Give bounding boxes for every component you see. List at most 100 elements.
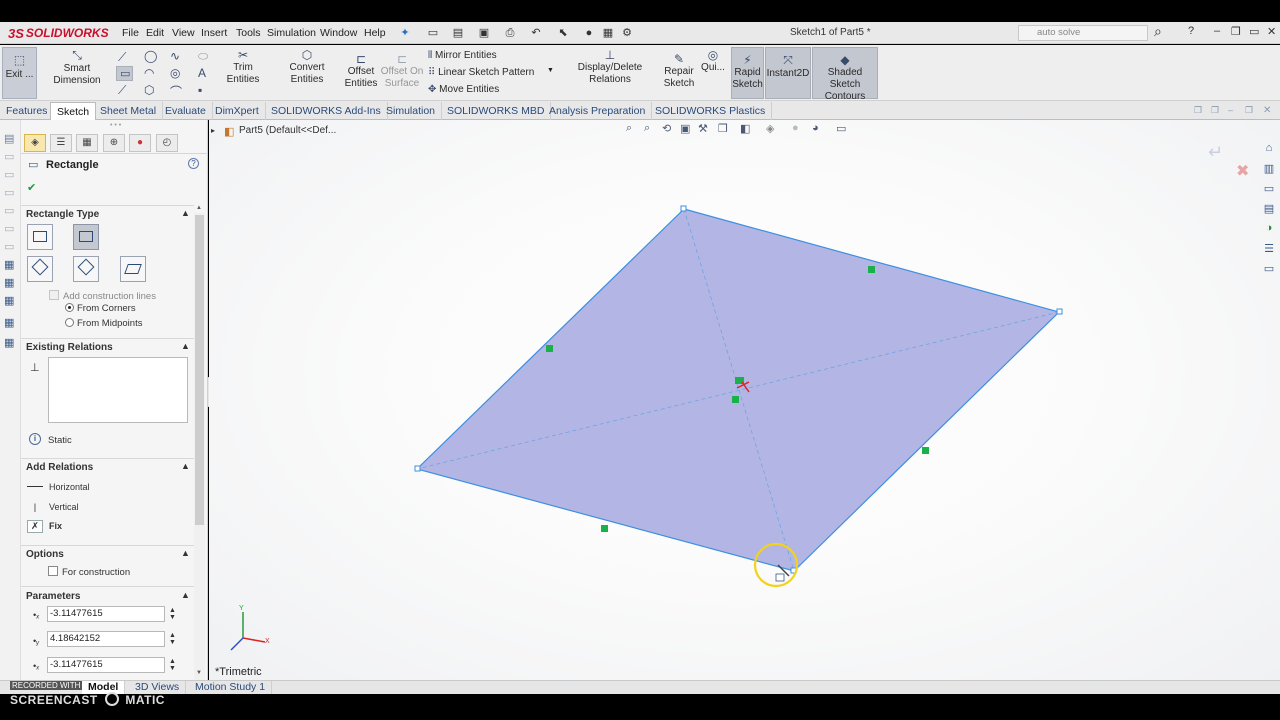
help-icon[interactable]: ? — [1188, 25, 1194, 37]
ok-button[interactable]: ✔ — [27, 181, 36, 194]
rapid-sketch-button[interactable]: ⚡ Rapid Sketch — [731, 47, 764, 99]
menu-file[interactable]: File — [122, 27, 139, 39]
strip-dimension-icon[interactable]: ▦ — [4, 294, 14, 307]
vertical-relation-button[interactable]: | Vertical — [27, 502, 79, 513]
corner-point-top[interactable] — [680, 205, 687, 212]
fix-relation-button[interactable]: ✗ Fix — [27, 520, 62, 533]
panel-restore-icon[interactable]: ❐ — [1194, 105, 1202, 116]
corner-rectangle-button[interactable] — [27, 224, 53, 250]
strip-line-icon[interactable]: ▤ — [4, 132, 14, 145]
file-properties-icon[interactable]: ▦ — [601, 26, 615, 40]
exit-sketch-button[interactable]: ⬚ Exit ... — [2, 47, 37, 99]
3point-corner-rectangle-button[interactable] — [27, 256, 53, 282]
options-collapse-icon[interactable]: ▲ — [181, 548, 190, 558]
search-input[interactable]: auto solve — [1018, 25, 1148, 41]
tab-display-manager[interactable]: ● — [129, 134, 151, 152]
offset-on-surface-button[interactable]: ⊏ Offset On Surface — [380, 52, 424, 90]
x1-spinner-icon[interactable]: ▲ ▼ — [169, 607, 176, 621]
x1-coordinate-input[interactable]: -3.11477615 — [47, 606, 165, 622]
horizontal-relation-button[interactable]: Horizontal — [27, 482, 90, 493]
fillet-icon[interactable]: ⌒ — [170, 83, 182, 100]
help-button[interactable]: ? — [188, 158, 199, 169]
construction-geometry-icon[interactable]: ⟋ — [118, 83, 126, 98]
maximize-icon[interactable]: ▭ — [1249, 25, 1259, 38]
trim-entities-button[interactable]: ✂ Trim Entities — [216, 48, 270, 86]
shaded-sketch-contours-button[interactable]: ◆ Shaded Sketch Contours — [812, 47, 878, 102]
options-gear-icon[interactable]: ⚙ — [620, 26, 634, 40]
add-relations-collapse-icon[interactable]: ▲ — [181, 461, 190, 471]
menu-view[interactable]: View — [172, 27, 195, 39]
text-icon[interactable]: A — [198, 66, 206, 80]
tab-dimxpert-manager[interactable]: ⊕ — [103, 134, 125, 152]
strip-move-icon[interactable]: ▦ — [4, 316, 14, 329]
menu-window[interactable]: Window — [320, 27, 357, 39]
parallel-relation-marker[interactable] — [868, 266, 875, 273]
tab-solidworks-plastics[interactable]: SOLIDWORKS Plastics — [649, 102, 773, 120]
panel-maximize-icon[interactable]: ❐ — [1245, 105, 1253, 116]
strip-plane-icon[interactable]: ▦ — [4, 258, 14, 271]
open-icon[interactable]: ▤ — [451, 26, 465, 40]
rectangle-fill[interactable] — [415, 208, 1061, 572]
existing-relations-list[interactable] — [48, 357, 188, 423]
tab-simulation[interactable]: Simulation — [380, 102, 443, 120]
polygon-icon[interactable]: ⬡ — [144, 83, 154, 97]
strip-point-icon[interactable]: ▭ — [4, 222, 14, 235]
panel-close-icon[interactable]: ✕ — [1263, 105, 1271, 116]
tab-features[interactable]: Features — [0, 102, 55, 120]
y1-coordinate-input[interactable]: 4.18642152 — [47, 631, 165, 647]
tab-cam-manager[interactable]: ◴ — [156, 134, 178, 152]
linear-pattern-dropdown-icon[interactable]: ▼ — [547, 67, 554, 74]
scroll-up-icon[interactable]: ▲ — [196, 205, 202, 211]
ellipse-icon[interactable]: ◎ — [170, 66, 180, 80]
panel-minimize-icon[interactable]: – — [1228, 105, 1233, 115]
circle-icon[interactable]: ◯ — [144, 49, 157, 63]
print-icon[interactable]: ⎙ — [503, 26, 517, 40]
smart-dimension-button[interactable]: ⤡ Smart Dimension — [40, 48, 114, 87]
strip-circle-icon[interactable]: ▭ — [4, 168, 14, 181]
convert-entities-button[interactable]: ⬡ Convert Entities — [272, 48, 342, 86]
menu-insert[interactable]: Insert — [201, 27, 227, 39]
tab-property-manager[interactable]: ◈ — [24, 134, 46, 152]
move-entities-button[interactable]: ✥ Move Entities — [428, 84, 499, 95]
strip-relations-icon[interactable]: ▦ — [4, 276, 14, 289]
x2-coordinate-input[interactable]: -3.11477615 — [47, 657, 165, 673]
display-delete-relations-button[interactable]: ⊥ Display/Delete Relations — [558, 48, 662, 86]
tab-analysis-preparation[interactable]: Analysis Preparation — [543, 102, 653, 120]
spline-icon[interactable]: ∿ — [170, 49, 180, 63]
panel-tile-icon[interactable]: ❐ — [1211, 105, 1219, 116]
save-icon[interactable]: ▣ — [477, 26, 491, 40]
corner-point-left[interactable] — [414, 465, 421, 472]
add-construction-lines-checkbox[interactable]: Add construction lines — [49, 290, 156, 302]
tab-sketch[interactable]: Sketch — [50, 102, 97, 120]
search-icon[interactable]: ⌕ — [1154, 23, 1162, 40]
point-icon[interactable]: ▪ — [198, 83, 202, 97]
panel-grip-icon[interactable]: • • • — [110, 122, 121, 129]
mirror-entities-button[interactable]: ⫴ Mirror Entities — [428, 50, 497, 61]
strip-repair-icon[interactable]: ▦ — [4, 336, 14, 349]
tab-feature-manager[interactable]: ☰ — [50, 134, 72, 152]
3point-center-rectangle-button[interactable] — [73, 256, 99, 282]
undo-icon[interactable]: ↶ — [529, 26, 543, 40]
new-document-icon[interactable]: ▭ — [426, 26, 440, 40]
center-rectangle-button[interactable] — [73, 224, 99, 250]
menu-tools[interactable]: Tools — [236, 27, 261, 39]
pm-scrollbar-thumb[interactable] — [195, 215, 204, 525]
tab-motion-study-1[interactable]: Motion Study 1 — [189, 681, 273, 694]
x2-spinner-icon[interactable]: ▲ ▼ — [169, 658, 176, 672]
y1-spinner-icon[interactable]: ▲ ▼ — [169, 632, 176, 646]
tab-solidworks-add-ins[interactable]: SOLIDWORKS Add-Ins — [265, 102, 388, 120]
menu-help[interactable]: Help — [364, 27, 386, 39]
solidworks-logo[interactable]: 3S SOLIDWORKS — [8, 24, 109, 42]
tab-sheet-metal[interactable]: Sheet Metal — [94, 102, 164, 120]
parameters-collapse-icon[interactable]: ▲ — [181, 590, 190, 600]
existing-relations-collapse-icon[interactable]: ▲ — [181, 341, 190, 351]
repair-sketch-button[interactable]: ✎ Repair Sketch — [662, 52, 696, 90]
arc-icon[interactable]: ◠ — [144, 66, 154, 80]
tab-solidworks-mbd[interactable]: SOLIDWORKS MBD — [441, 102, 552, 120]
rectangle-tool-button[interactable]: ▭ — [116, 66, 133, 81]
midpoint-relation-marker[interactable] — [732, 396, 739, 403]
pin-icon[interactable]: ✦ — [398, 26, 412, 40]
rectangle-type-collapse-icon[interactable]: ▲ — [181, 208, 190, 218]
close-icon[interactable]: ✕ — [1267, 25, 1276, 38]
instant2d-button[interactable]: ⤧ Instant2D — [765, 47, 811, 99]
